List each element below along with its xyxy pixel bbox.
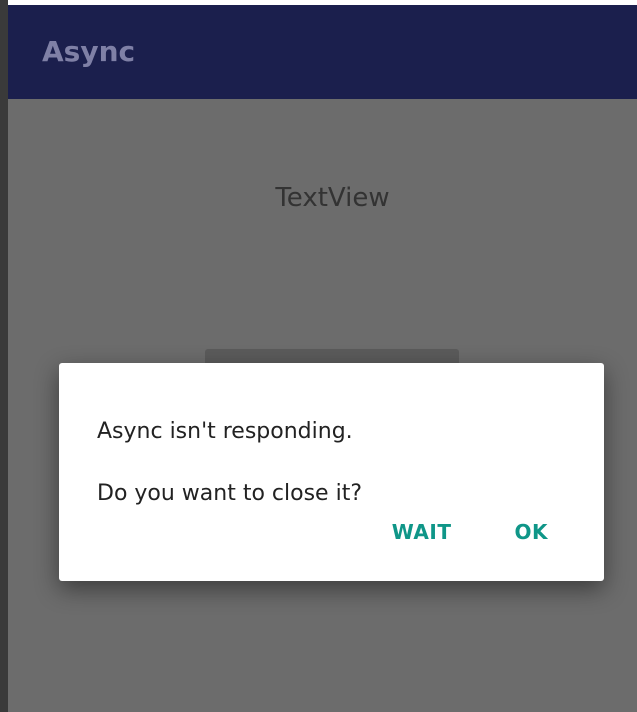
- dialog-message-line-2: Do you want to close it?: [97, 481, 362, 506]
- app-title: Async: [42, 35, 136, 68]
- ok-button[interactable]: OK: [515, 520, 549, 544]
- wait-button[interactable]: WAIT: [392, 520, 452, 544]
- app-bar: Async: [8, 5, 637, 99]
- left-border: [0, 0, 8, 712]
- dialog-actions: WAIT OK: [392, 520, 548, 544]
- text-view: TextView: [275, 183, 390, 213]
- android-screen: Async TextView Async isn't responding. D…: [0, 0, 637, 712]
- anr-dialog: Async isn't responding. Do you want to c…: [59, 363, 604, 581]
- dialog-message-line-1: Async isn't responding.: [97, 419, 353, 444]
- dialog-message: Async isn't responding. Do you want to c…: [97, 401, 362, 525]
